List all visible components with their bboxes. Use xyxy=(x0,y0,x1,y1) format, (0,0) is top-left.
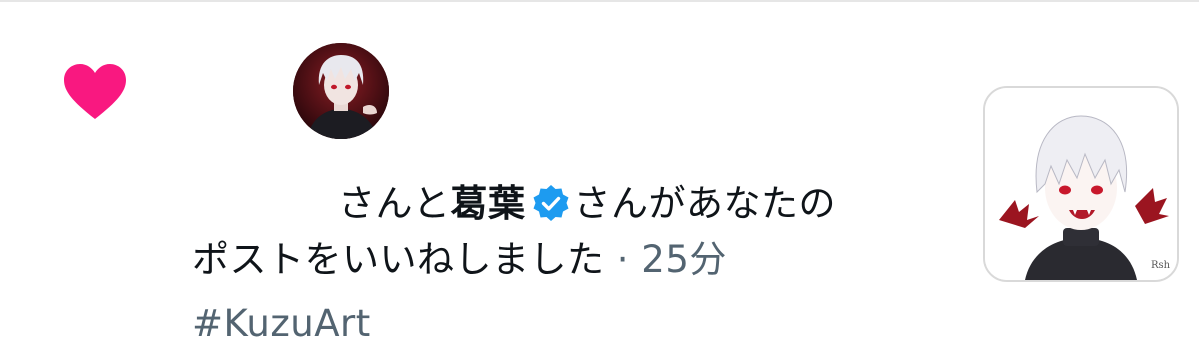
time-separator: · xyxy=(616,238,630,281)
hidden-user-avatar[interactable] xyxy=(190,43,286,139)
artist-signature: Rsh xyxy=(1151,260,1171,271)
verified-badge-icon xyxy=(533,185,568,221)
top-divider xyxy=(0,0,1199,2)
thumbnail-illustration: Rsh xyxy=(985,88,1177,280)
heart-icon xyxy=(64,64,126,119)
post-image-thumbnail[interactable]: Rsh xyxy=(983,86,1179,282)
timestamp: 25分 xyxy=(641,238,727,281)
text-line1-suffix: さんがあなたの xyxy=(573,182,836,225)
post-hashtag[interactable]: #KuzuArt xyxy=(192,296,371,352)
kuzuha-avatar[interactable] xyxy=(293,43,389,139)
notification-text[interactable]: さんと葛葉 さんがあなたの ポストをいいねしました · 25分 xyxy=(192,176,952,288)
user-name[interactable]: 葛葉 xyxy=(451,182,526,225)
text-prefix: さんと xyxy=(338,182,451,225)
text-line2: ポストをいいねしました xyxy=(192,238,605,281)
avatar-illustration xyxy=(293,43,389,139)
avatar-group xyxy=(190,43,410,139)
